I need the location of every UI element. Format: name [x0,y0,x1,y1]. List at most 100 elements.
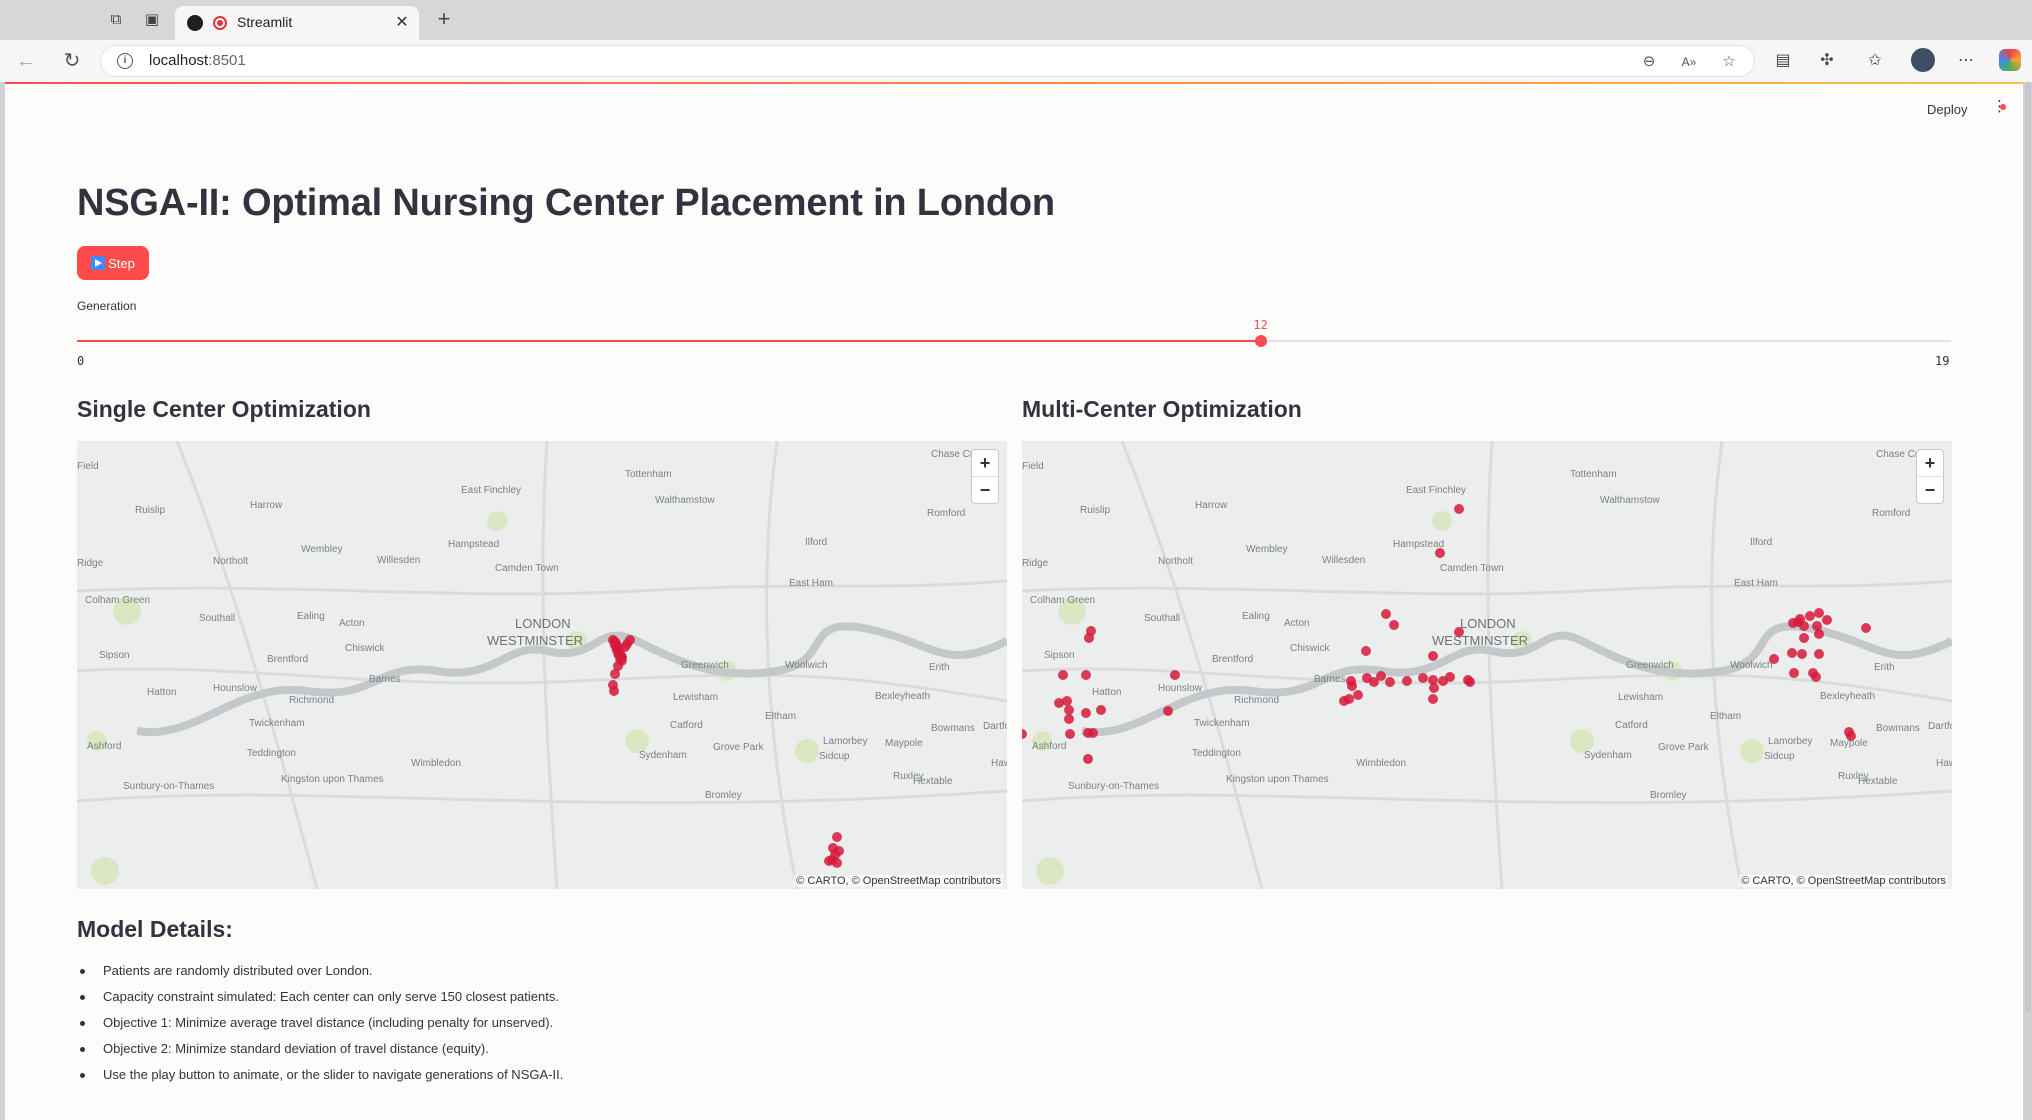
more-menu-icon[interactable]: ⋯ [1955,50,1977,72]
center-marker[interactable] [1805,611,1815,621]
center-marker[interactable] [1054,698,1064,708]
zoom-in-button[interactable]: + [972,450,998,476]
place-label: Tottenham [625,469,672,480]
step-button[interactable]: Step [77,246,149,280]
place-label: Bexleyheath [1820,691,1875,702]
center-marker[interactable] [1096,705,1106,715]
center-marker[interactable] [1064,714,1074,724]
place-label: Dartford [983,721,1007,732]
center-marker[interactable] [1822,615,1832,625]
center-marker[interactable] [1081,670,1091,680]
place-label: Sunbury-on-Thames [1068,781,1159,792]
workspaces-icon[interactable]: ⧉ [106,10,126,30]
place-label: Erith [1874,662,1895,673]
url-text[interactable]: localhost:8501 [149,52,246,69]
center-marker[interactable] [1797,649,1807,659]
center-marker[interactable] [1435,548,1445,558]
center-marker[interactable] [832,832,842,842]
map-attribution[interactable]: © CARTO, © OpenStreetMap contributors [794,875,1003,887]
center-marker[interactable] [1428,694,1438,704]
center-marker[interactable] [1454,627,1464,637]
center-marker[interactable] [1428,651,1438,661]
center-marker[interactable] [609,686,619,696]
center-marker[interactable] [1353,690,1363,700]
place-label: Brentford [1212,654,1253,665]
center-marker[interactable] [1846,731,1856,741]
center-marker[interactable] [610,669,620,679]
profile-avatar[interactable] [1911,48,1935,72]
center-marker[interactable] [1429,683,1439,693]
center-marker[interactable] [1799,633,1809,643]
place-label: Ilford [805,537,827,548]
center-marker[interactable] [1788,618,1798,628]
center-marker[interactable] [1787,648,1797,658]
back-icon[interactable]: ← [14,49,38,73]
tab-title: Streamlit [237,14,293,30]
generation-slider[interactable]: 12 [77,318,1951,347]
center-marker[interactable] [830,850,840,860]
close-tab-icon[interactable]: ✕ [393,12,411,32]
address-bar[interactable]: i localhost:8501 ⊖ A» ☆ [100,45,1755,77]
extensions-icon[interactable]: ✣ [1816,50,1838,72]
place-label: Bromley [1650,790,1687,801]
center-marker[interactable] [1814,629,1824,639]
center-marker[interactable] [1381,609,1391,619]
new-tab-icon[interactable]: + [432,6,456,32]
center-marker[interactable] [1389,620,1399,630]
center-marker[interactable] [1361,646,1371,656]
center-marker[interactable] [1418,673,1428,683]
center-marker[interactable] [1088,728,1098,738]
browser-tab[interactable]: Streamlit ✕ [175,6,419,40]
center-marker[interactable] [1065,729,1075,739]
place-label: Sunbury-on-Thames [123,781,214,792]
center-marker[interactable] [1344,694,1354,704]
single-center-map[interactable]: Tottenham East Finchley Walthamstow Ruislip… [77,441,1007,889]
center-marker[interactable] [1081,708,1091,718]
place-label: Sipson [99,650,130,661]
center-marker[interactable] [1347,681,1357,691]
center-marker[interactable] [1814,649,1824,659]
center-marker[interactable] [1376,671,1386,681]
reload-icon[interactable]: ↻ [60,49,84,73]
zoom-out-button[interactable]: − [1917,476,1943,503]
center-marker[interactable] [1811,672,1821,682]
vertical-tabs-icon[interactable]: ▣ [142,10,162,30]
zoom-icon[interactable]: ⊖ [1639,52,1659,72]
center-marker[interactable] [1861,623,1871,633]
center-marker[interactable] [1769,654,1779,664]
favorite-star-icon[interactable]: ☆ [1719,52,1739,72]
center-marker[interactable] [1789,668,1799,678]
center-marker[interactable] [622,639,632,649]
favorites-icon[interactable]: ✩ [1864,50,1886,72]
single-center-title: Single Center Optimization [77,396,371,422]
center-marker[interactable] [1814,608,1824,618]
center-marker[interactable] [1064,705,1074,715]
copilot-icon[interactable] [1999,49,2021,71]
place-label: Hounslow [1158,683,1203,694]
reading-view-icon[interactable]: ▤ [1772,50,1794,72]
center-marker[interactable] [614,648,624,658]
place-label: Camden Town [495,563,559,574]
zoom-out-button[interactable]: − [972,476,998,503]
zoom-in-button[interactable]: + [1917,450,1943,476]
place-label: Ridge [77,558,104,569]
map-attribution[interactable]: © CARTO, © OpenStreetMap contributors [1739,875,1948,887]
center-marker[interactable] [1163,706,1173,716]
center-marker[interactable] [1084,633,1094,643]
page-scrollbar[interactable] [2025,82,2031,1012]
center-marker[interactable] [1058,670,1068,680]
slider-thumb[interactable] [1254,335,1267,347]
deploy-button[interactable]: Deploy [1927,102,1967,117]
center-marker[interactable] [1454,504,1464,514]
center-marker[interactable] [1465,677,1475,687]
site-info-icon[interactable]: i [117,53,133,69]
multi-center-map[interactable]: Tottenham East Finchley Walthamstow Ruislip… [1022,441,1952,889]
center-marker[interactable] [1385,677,1395,687]
place-label: WESTMINSTER [487,633,583,648]
center-marker[interactable] [1083,754,1093,764]
center-marker[interactable] [1402,676,1412,686]
read-aloud-icon[interactable]: A» [1679,52,1699,72]
center-marker[interactable] [1445,672,1455,682]
center-marker[interactable] [1170,670,1180,680]
place-label: Twickenham [1194,718,1250,729]
